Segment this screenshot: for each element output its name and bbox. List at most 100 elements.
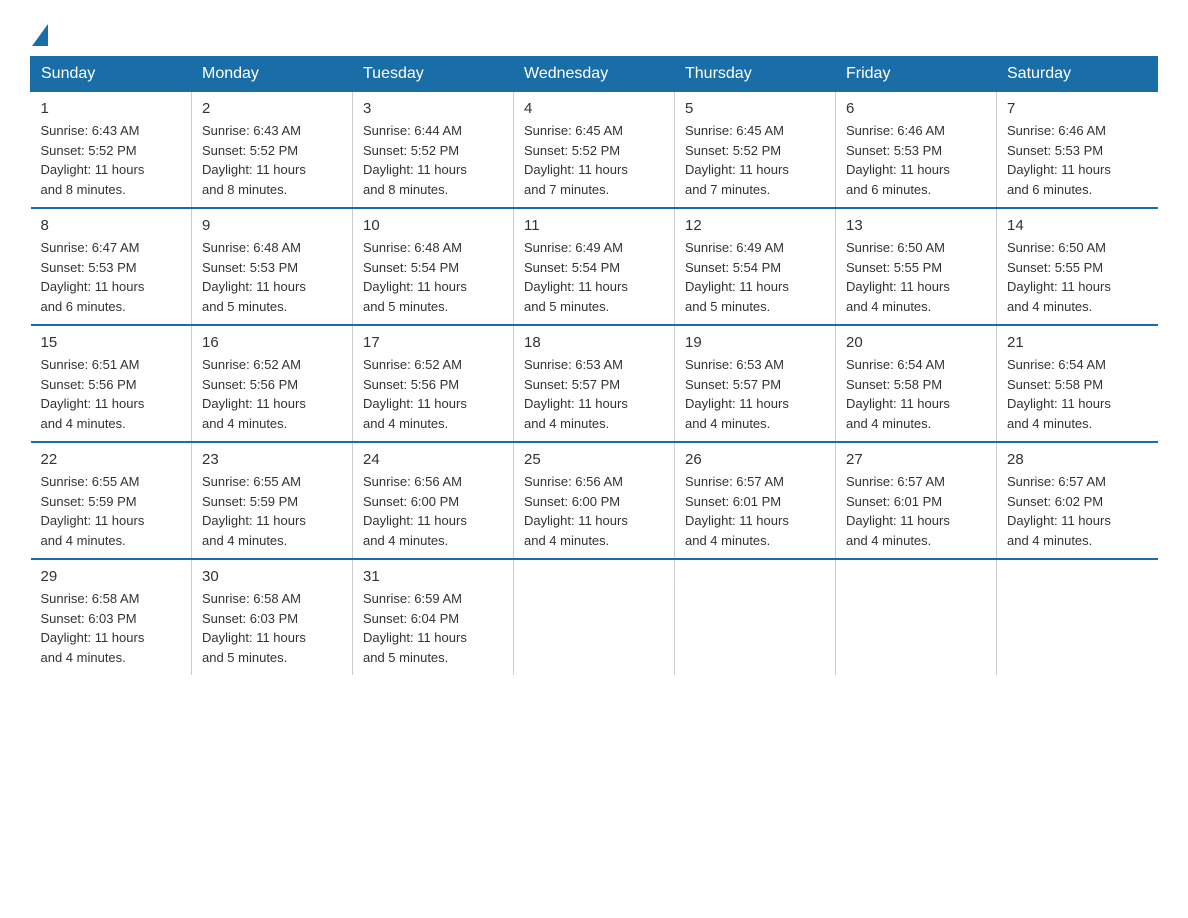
day-detail: Sunrise: 6:55 AMSunset: 5:59 PMDaylight:…: [41, 472, 182, 550]
calendar-cell: 17 Sunrise: 6:52 AMSunset: 5:56 PMDayligh…: [353, 325, 514, 442]
header-thursday: Thursday: [675, 57, 836, 92]
calendar-cell: 28 Sunrise: 6:57 AMSunset: 6:02 PMDayligh…: [997, 442, 1158, 559]
calendar-cell: 14 Sunrise: 6:50 AMSunset: 5:55 PMDayligh…: [997, 208, 1158, 325]
calendar-cell: 2 Sunrise: 6:43 AMSunset: 5:52 PMDaylight…: [192, 92, 353, 209]
day-detail: Sunrise: 6:45 AMSunset: 5:52 PMDaylight:…: [524, 121, 664, 199]
day-detail: Sunrise: 6:45 AMSunset: 5:52 PMDaylight:…: [685, 121, 825, 199]
calendar-cell: 23Sunrise: 6:55 AMSunset: 5:59 PMDayligh…: [192, 442, 353, 559]
day-number: 16: [202, 334, 342, 351]
day-detail: Sunrise: 6:52 AMSunset: 5:56 PMDaylight:…: [363, 355, 503, 433]
day-number: 20: [846, 334, 986, 351]
day-detail: Sunrise: 6:52 AMSunset: 5:56 PMDaylight:…: [202, 355, 342, 433]
calendar-cell: 7Sunrise: 6:46 AMSunset: 5:53 PMDaylight…: [997, 92, 1158, 209]
day-detail: Sunrise: 6:48 AMSunset: 5:54 PMDaylight:…: [363, 238, 503, 316]
day-number: 3: [363, 100, 503, 117]
day-number: 26: [685, 451, 825, 468]
day-number: 8: [41, 217, 182, 234]
calendar-week-row: 1 Sunrise: 6:43 AMSunset: 5:52 PMDaylight…: [31, 92, 1158, 209]
logo: [30, 20, 48, 46]
calendar-cell: 24 Sunrise: 6:56 AMSunset: 6:00 PMDayligh…: [353, 442, 514, 559]
day-number: 22: [41, 451, 182, 468]
day-number: 11: [524, 217, 664, 234]
day-number: 1: [41, 100, 182, 117]
calendar-cell: 10 Sunrise: 6:48 AMSunset: 5:54 PMDayligh…: [353, 208, 514, 325]
calendar-week-row: 22 Sunrise: 6:55 AMSunset: 5:59 PMDayligh…: [31, 442, 1158, 559]
calendar-cell: 5 Sunrise: 6:45 AMSunset: 5:52 PMDaylight…: [675, 92, 836, 209]
day-detail: Sunrise: 6:57 AMSunset: 6:01 PMDaylight:…: [685, 472, 825, 550]
calendar-cell: [836, 559, 997, 675]
calendar-cell: 16 Sunrise: 6:52 AMSunset: 5:56 PMDayligh…: [192, 325, 353, 442]
calendar-cell: 26 Sunrise: 6:57 AMSunset: 6:01 PMDayligh…: [675, 442, 836, 559]
header-friday: Friday: [836, 57, 997, 92]
day-number: 6: [846, 100, 986, 117]
day-number: 5: [685, 100, 825, 117]
day-detail: Sunrise: 6:43 AMSunset: 5:52 PMDaylight:…: [41, 121, 182, 199]
day-number: 17: [363, 334, 503, 351]
day-number: 15: [41, 334, 182, 351]
calendar-cell: 22 Sunrise: 6:55 AMSunset: 5:59 PMDayligh…: [31, 442, 192, 559]
logo-triangle-icon: [32, 24, 48, 46]
day-detail: Sunrise: 6:51 AMSunset: 5:56 PMDaylight:…: [41, 355, 182, 433]
calendar-cell: 27Sunrise: 6:57 AMSunset: 6:01 PMDayligh…: [836, 442, 997, 559]
day-detail: Sunrise: 6:57 AMSunset: 6:01 PMDaylight:…: [846, 472, 986, 550]
calendar-cell: 20Sunrise: 6:54 AMSunset: 5:58 PMDayligh…: [836, 325, 997, 442]
day-number: 29: [41, 568, 182, 585]
calendar-cell: 6 Sunrise: 6:46 AMSunset: 5:53 PMDaylight…: [836, 92, 997, 209]
calendar-week-row: 15 Sunrise: 6:51 AMSunset: 5:56 PMDayligh…: [31, 325, 1158, 442]
day-detail: Sunrise: 6:48 AMSunset: 5:53 PMDaylight:…: [202, 238, 342, 316]
day-number: 30: [202, 568, 342, 585]
calendar-cell: 29 Sunrise: 6:58 AMSunset: 6:03 PMDayligh…: [31, 559, 192, 675]
calendar-cell: 30 Sunrise: 6:58 AMSunset: 6:03 PMDayligh…: [192, 559, 353, 675]
day-detail: Sunrise: 6:46 AMSunset: 5:53 PMDaylight:…: [846, 121, 986, 199]
calendar-cell: 21 Sunrise: 6:54 AMSunset: 5:58 PMDayligh…: [997, 325, 1158, 442]
header-tuesday: Tuesday: [353, 57, 514, 92]
calendar-cell: 1 Sunrise: 6:43 AMSunset: 5:52 PMDaylight…: [31, 92, 192, 209]
header-saturday: Saturday: [997, 57, 1158, 92]
day-number: 4: [524, 100, 664, 117]
calendar-cell: 13Sunrise: 6:50 AMSunset: 5:55 PMDayligh…: [836, 208, 997, 325]
header-monday: Monday: [192, 57, 353, 92]
day-number: 10: [363, 217, 503, 234]
calendar-cell: 25 Sunrise: 6:56 AMSunset: 6:00 PMDayligh…: [514, 442, 675, 559]
day-detail: Sunrise: 6:50 AMSunset: 5:55 PMDaylight:…: [846, 238, 986, 316]
day-detail: Sunrise: 6:56 AMSunset: 6:00 PMDaylight:…: [363, 472, 503, 550]
day-detail: Sunrise: 6:53 AMSunset: 5:57 PMDaylight:…: [685, 355, 825, 433]
calendar-cell: 3 Sunrise: 6:44 AMSunset: 5:52 PMDaylight…: [353, 92, 514, 209]
calendar-cell: 31Sunrise: 6:59 AMSunset: 6:04 PMDayligh…: [353, 559, 514, 675]
day-number: 21: [1007, 334, 1148, 351]
calendar-week-row: 8 Sunrise: 6:47 AMSunset: 5:53 PMDaylight…: [31, 208, 1158, 325]
day-number: 14: [1007, 217, 1148, 234]
calendar-cell: 15 Sunrise: 6:51 AMSunset: 5:56 PMDayligh…: [31, 325, 192, 442]
calendar-cell: 9Sunrise: 6:48 AMSunset: 5:53 PMDaylight…: [192, 208, 353, 325]
calendar-header-row: SundayMondayTuesdayWednesdayThursdayFrid…: [31, 57, 1158, 92]
day-detail: Sunrise: 6:58 AMSunset: 6:03 PMDaylight:…: [41, 589, 182, 667]
calendar-table: SundayMondayTuesdayWednesdayThursdayFrid…: [30, 56, 1158, 675]
day-number: 24: [363, 451, 503, 468]
day-number: 19: [685, 334, 825, 351]
day-detail: Sunrise: 6:53 AMSunset: 5:57 PMDaylight:…: [524, 355, 664, 433]
calendar-cell: 8 Sunrise: 6:47 AMSunset: 5:53 PMDaylight…: [31, 208, 192, 325]
calendar-cell: 4 Sunrise: 6:45 AMSunset: 5:52 PMDaylight…: [514, 92, 675, 209]
header-sunday: Sunday: [31, 57, 192, 92]
day-detail: Sunrise: 6:50 AMSunset: 5:55 PMDaylight:…: [1007, 238, 1148, 316]
day-detail: Sunrise: 6:56 AMSunset: 6:00 PMDaylight:…: [524, 472, 664, 550]
day-detail: Sunrise: 6:54 AMSunset: 5:58 PMDaylight:…: [1007, 355, 1148, 433]
page-header: [30, 20, 1158, 46]
day-number: 28: [1007, 451, 1148, 468]
day-detail: Sunrise: 6:44 AMSunset: 5:52 PMDaylight:…: [363, 121, 503, 199]
calendar-week-row: 29 Sunrise: 6:58 AMSunset: 6:03 PMDayligh…: [31, 559, 1158, 675]
calendar-cell: [514, 559, 675, 675]
calendar-cell: 19 Sunrise: 6:53 AMSunset: 5:57 PMDayligh…: [675, 325, 836, 442]
day-detail: Sunrise: 6:47 AMSunset: 5:53 PMDaylight:…: [41, 238, 182, 316]
calendar-cell: 11Sunrise: 6:49 AMSunset: 5:54 PMDayligh…: [514, 208, 675, 325]
day-detail: Sunrise: 6:57 AMSunset: 6:02 PMDaylight:…: [1007, 472, 1148, 550]
day-detail: Sunrise: 6:55 AMSunset: 5:59 PMDaylight:…: [202, 472, 342, 550]
calendar-cell: 12Sunrise: 6:49 AMSunset: 5:54 PMDayligh…: [675, 208, 836, 325]
day-number: 2: [202, 100, 342, 117]
day-detail: Sunrise: 6:58 AMSunset: 6:03 PMDaylight:…: [202, 589, 342, 667]
calendar-cell: [997, 559, 1158, 675]
day-detail: Sunrise: 6:43 AMSunset: 5:52 PMDaylight:…: [202, 121, 342, 199]
day-number: 25: [524, 451, 664, 468]
calendar-cell: 18Sunrise: 6:53 AMSunset: 5:57 PMDayligh…: [514, 325, 675, 442]
day-number: 12: [685, 217, 825, 234]
